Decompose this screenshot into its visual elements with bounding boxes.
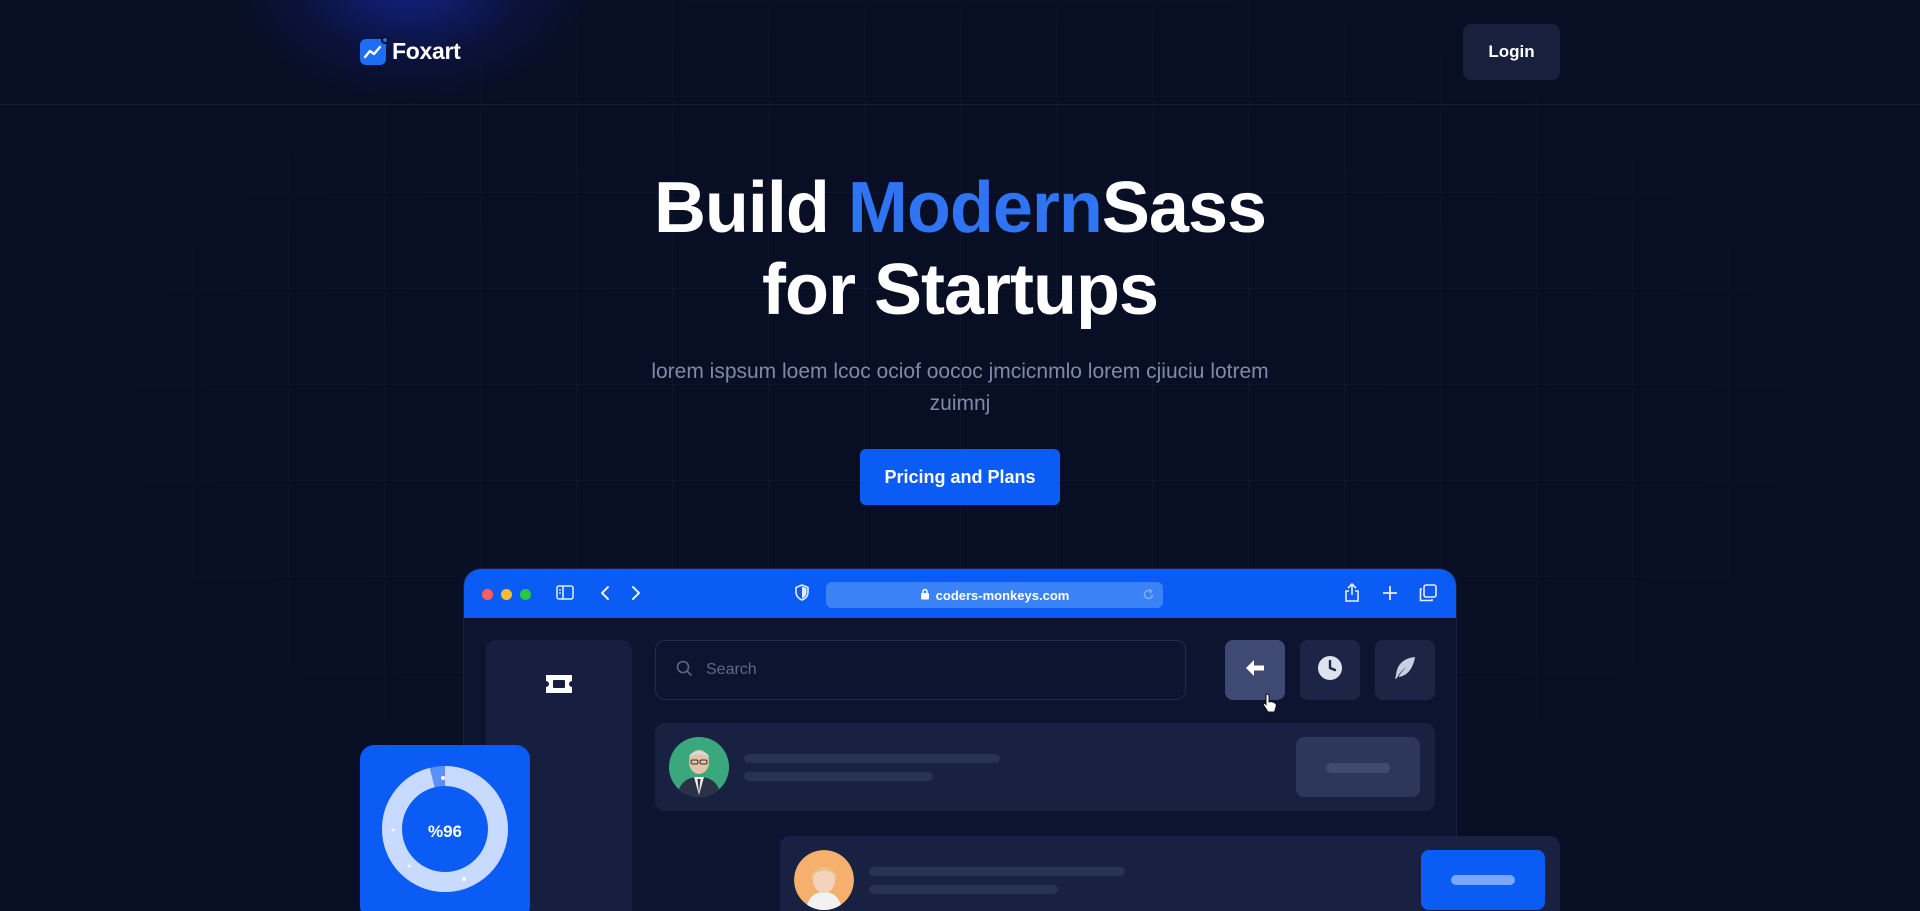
minimize-window-dot[interactable] xyxy=(501,589,512,600)
maximize-window-dot[interactable] xyxy=(520,589,531,600)
forward-icon[interactable] xyxy=(631,585,641,601)
subtitle-placeholder xyxy=(869,885,1058,894)
login-button[interactable]: Login xyxy=(1463,24,1560,80)
brand-name: Foxart xyxy=(392,38,461,64)
history-button[interactable] xyxy=(1300,640,1360,700)
row-action-button[interactable] xyxy=(1421,850,1545,910)
avatar xyxy=(794,850,854,910)
address-url: coders-monkeys.com xyxy=(935,587,1070,603)
close-window-dot[interactable] xyxy=(482,589,493,600)
sidebar-toggle-icon[interactable] xyxy=(556,585,574,600)
browser-toolbar: coders-monkeys.com xyxy=(464,569,1456,618)
hero-title-part1: Build xyxy=(653,168,848,248)
search-icon xyxy=(676,660,692,681)
back-icon[interactable] xyxy=(600,585,610,601)
feather-icon xyxy=(1392,655,1418,685)
brand-logo[interactable]: Foxart xyxy=(360,35,461,65)
progress-label: %96 xyxy=(427,822,463,841)
progress-widget: %96 xyxy=(360,745,530,911)
back-action-button[interactable] xyxy=(1225,640,1285,700)
arrow-left-icon xyxy=(1243,658,1267,682)
hero-subtitle: lorem ispsum loem lcoc ociof oococ jmcic… xyxy=(651,360,1269,415)
subtitle-placeholder xyxy=(744,772,933,781)
hero-title-line2: for Startups xyxy=(761,250,1159,330)
list-item[interactable] xyxy=(780,836,1560,911)
share-icon[interactable] xyxy=(1344,583,1360,602)
tabs-icon[interactable] xyxy=(1419,584,1437,602)
compose-button[interactable] xyxy=(1375,640,1435,700)
row-action-button[interactable] xyxy=(1296,737,1420,797)
shield-icon[interactable] xyxy=(795,584,809,601)
hero-title-part2: Sass xyxy=(1101,168,1267,248)
clock-icon xyxy=(1317,655,1343,685)
pointer-cursor-icon xyxy=(1262,693,1278,717)
search-field[interactable]: Search xyxy=(655,640,1186,700)
title-placeholder xyxy=(744,754,1000,763)
title-placeholder xyxy=(869,867,1125,876)
pricing-button[interactable]: Pricing and Plans xyxy=(860,449,1060,505)
list-item[interactable] xyxy=(655,723,1435,811)
avatar xyxy=(669,737,729,797)
lock-icon xyxy=(920,588,930,603)
address-bar[interactable]: coders-monkeys.com xyxy=(826,582,1163,608)
hero-title-accent: Modern xyxy=(847,168,1103,248)
hero-title: Build ModernSass for Startups xyxy=(0,167,1920,331)
new-tab-icon[interactable] xyxy=(1382,585,1398,601)
site-header: Foxart Login xyxy=(0,0,1920,105)
reload-icon[interactable] xyxy=(1142,588,1155,604)
ticket-icon[interactable] xyxy=(545,673,573,699)
chart-logo-icon xyxy=(360,35,389,65)
search-placeholder: Search xyxy=(706,661,757,678)
